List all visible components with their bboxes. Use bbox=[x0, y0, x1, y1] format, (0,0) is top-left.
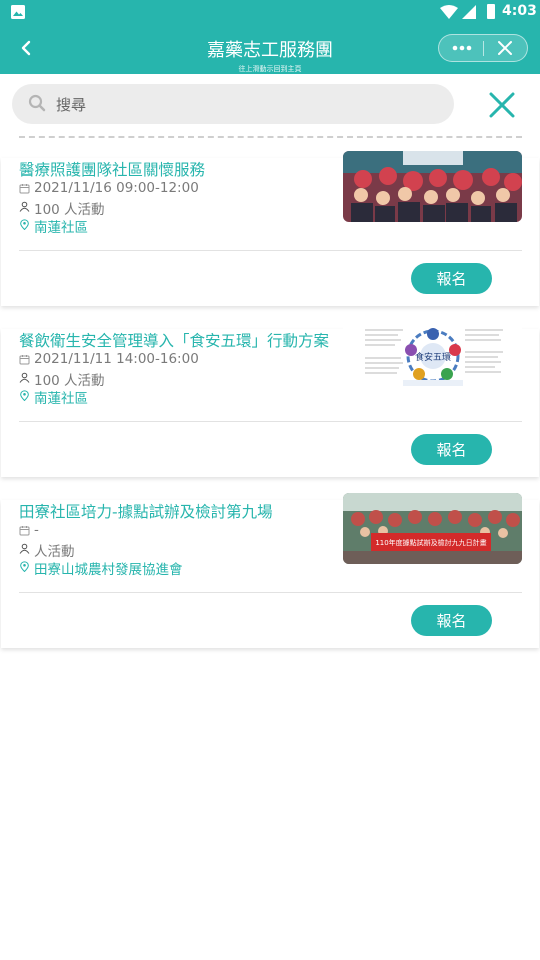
activity-location-text: 南蓮社區 bbox=[34, 220, 88, 236]
activity-date-text: 2021/11/16 09:00-12:00 bbox=[34, 180, 199, 196]
dashed-divider bbox=[19, 136, 522, 138]
register-button[interactable]: 報名 bbox=[411, 434, 492, 465]
activity-card[interactable]: 餐飲衛生安全管理導入「食安五環」行動方案 2021/11/11 14:00-16… bbox=[1, 322, 539, 477]
location-pin-icon bbox=[20, 219, 29, 230]
person-icon bbox=[19, 201, 30, 212]
battery-icon bbox=[487, 4, 495, 19]
group-photo-illustration bbox=[343, 151, 522, 222]
wifi-icon bbox=[440, 5, 458, 19]
location-pin-icon bbox=[20, 561, 29, 572]
activity-card[interactable]: 田寮社區培力-據點試辦及檢討第九場 - 人活動 田寮山城農村發展協進會 110年… bbox=[1, 493, 539, 648]
more-icon[interactable] bbox=[451, 41, 473, 55]
mini-program-capsule bbox=[438, 34, 528, 62]
activity-title[interactable]: 田寮社區培力-據點試辦及檢討第九場 bbox=[19, 500, 339, 522]
search-bar bbox=[0, 74, 540, 136]
calendar-icon bbox=[19, 526, 30, 536]
register-button[interactable]: 報名 bbox=[411, 263, 492, 294]
calendar-icon bbox=[19, 355, 30, 365]
search-icon bbox=[28, 94, 46, 112]
location-pin-icon bbox=[20, 390, 29, 401]
calendar-icon bbox=[19, 184, 30, 194]
activity-date-text: 2021/11/11 14:00-16:00 bbox=[34, 351, 199, 367]
person-icon bbox=[19, 372, 30, 383]
app-header: 嘉藥志工服務團 往上滑動示回到主頁 bbox=[0, 24, 540, 74]
page-subtitle: 往上滑動示回到主頁 bbox=[238, 65, 302, 73]
activity-people-text: 人活動 bbox=[34, 544, 75, 560]
activity-people-text: 100 人活動 bbox=[34, 202, 105, 218]
status-time: 4:03 bbox=[502, 3, 537, 19]
search-input[interactable] bbox=[54, 92, 438, 118]
person-icon bbox=[19, 543, 30, 554]
activity-diagram-image[interactable]: 食安五環 bbox=[343, 322, 522, 393]
status-bar: 4:03 bbox=[0, 0, 540, 24]
image-notification-icon bbox=[11, 5, 25, 19]
food-safety-diagram: 食安五環 bbox=[343, 322, 522, 393]
activity-photo[interactable] bbox=[343, 151, 522, 222]
activity-title[interactable]: 餐飲衛生安全管理導入「食安五環」行動方案 bbox=[19, 329, 339, 351]
diagram-center-label: 食安五環 bbox=[415, 351, 451, 363]
activity-date-text: - bbox=[34, 522, 39, 538]
clear-search-icon[interactable] bbox=[488, 91, 516, 119]
activity-location-text: 田寮山城農村發展協進會 bbox=[34, 562, 183, 578]
search-box[interactable] bbox=[12, 84, 454, 124]
group-photo-illustration: 110年度據點試辦及檢討九九日計畫 bbox=[343, 493, 522, 564]
activity-location-text: 南蓮社區 bbox=[34, 391, 88, 407]
activity-people-text: 100 人活動 bbox=[34, 373, 105, 389]
card-divider bbox=[19, 421, 522, 422]
banner-text: 110年度據點試辦及檢討九九日計畫 bbox=[375, 538, 486, 547]
capsule-divider bbox=[483, 41, 484, 56]
register-button[interactable]: 報名 bbox=[411, 605, 492, 636]
card-divider bbox=[19, 592, 522, 593]
close-icon[interactable] bbox=[497, 40, 513, 56]
activity-title[interactable]: 醫療照護團隊社區關懷服務 bbox=[19, 158, 339, 180]
card-divider bbox=[19, 250, 522, 251]
activity-card[interactable]: 醫療照護團隊社區關懷服務 2021/11/16 09:00-12:00 100 … bbox=[1, 151, 539, 306]
signal-icon bbox=[462, 5, 476, 19]
activity-photo[interactable]: 110年度據點試辦及檢討九九日計畫 bbox=[343, 493, 522, 564]
